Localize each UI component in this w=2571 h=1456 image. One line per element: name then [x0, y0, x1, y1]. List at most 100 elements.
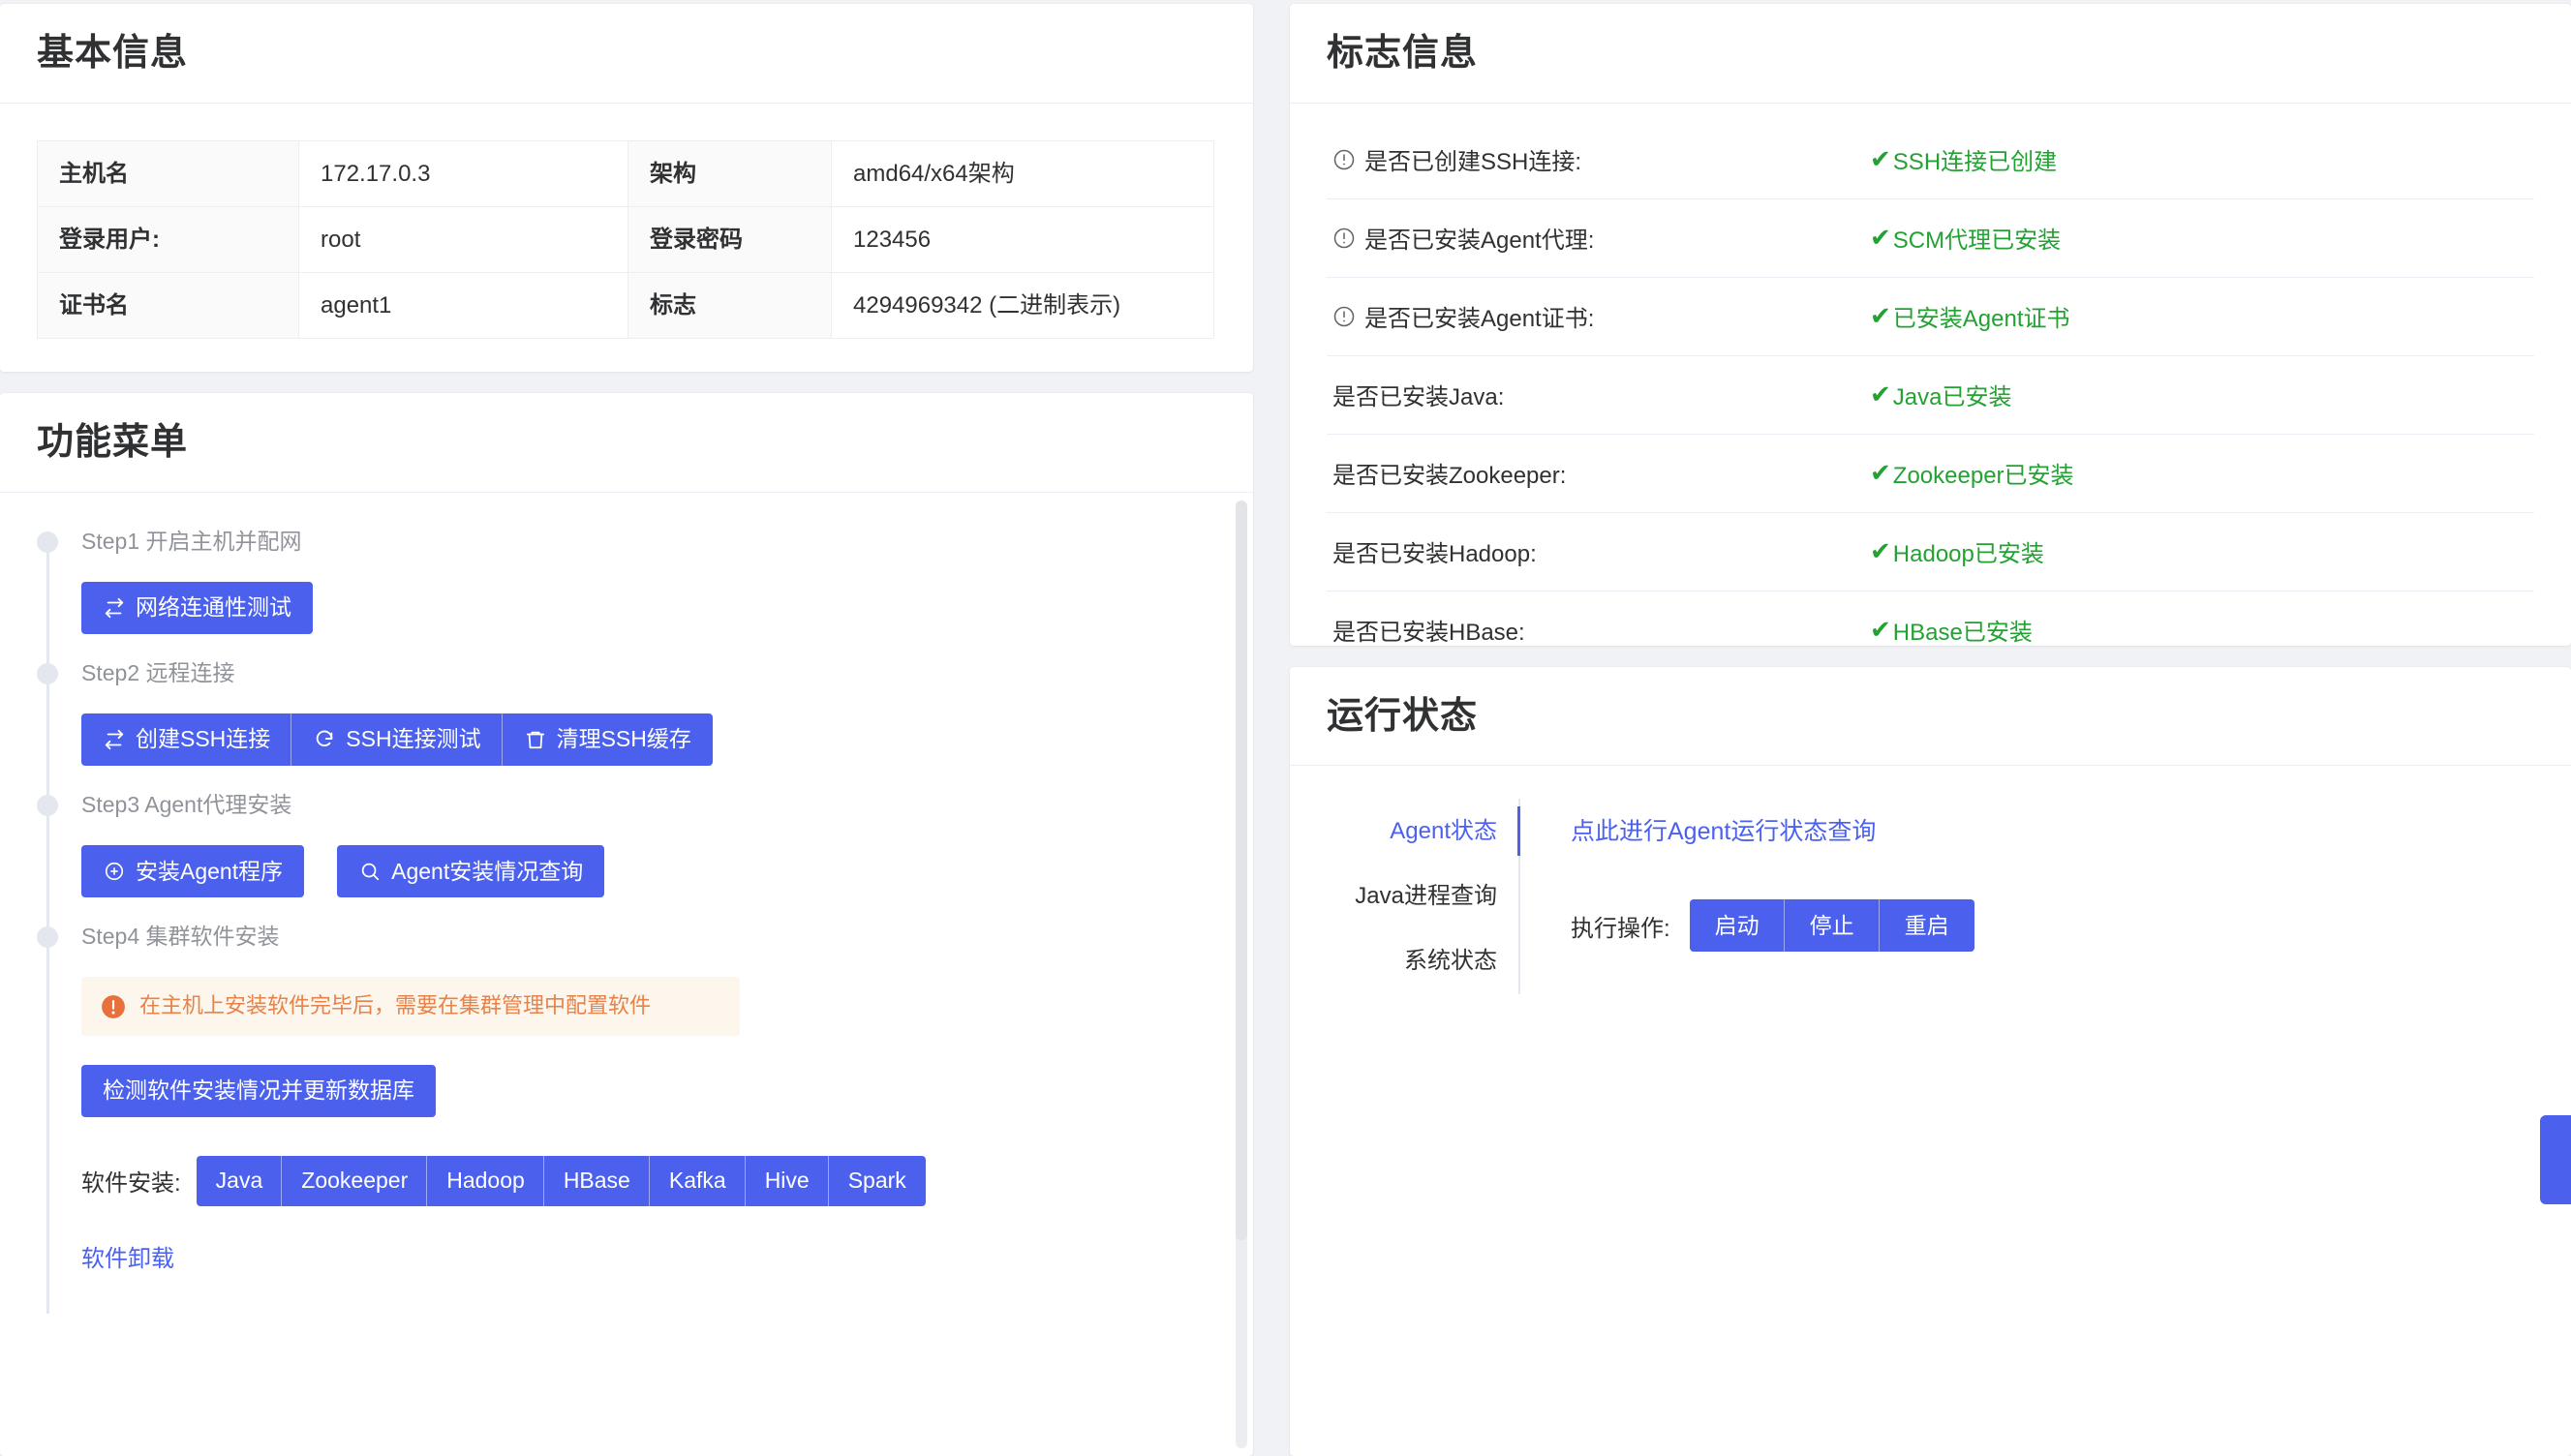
- network-connectivity-test-button[interactable]: 网络连通性测试: [81, 582, 313, 634]
- check-icon: ✔: [1870, 379, 1891, 410]
- step1-label: Step1 开启主机并配网: [81, 526, 1216, 557]
- timeline-step-3: Step3 Agent代理安装 安装Agent程序: [81, 789, 1216, 921]
- flag-row: 是否已安装Agent证书: ✔已安装Agent证书: [1327, 278, 2534, 356]
- button-label: Zookeeper: [301, 1169, 408, 1192]
- flag-value: ✔已安装Agent证书: [1870, 299, 2070, 333]
- edge-side-tab[interactable]: [2540, 1115, 2571, 1204]
- flag-key: 是否已安装Hadoop:: [1332, 534, 1870, 568]
- function-menu-header: 功能菜单: [0, 393, 1253, 493]
- flag-key-text: 是否已安装Agent代理:: [1364, 221, 1594, 255]
- function-menu-scrollbar[interactable]: [1236, 500, 1247, 1448]
- info-circle-icon: [1332, 305, 1356, 328]
- basic-info-header: 基本信息: [0, 4, 1253, 104]
- run-status-card: 运行状态 Agent状态 Java进程查询 系统状态 点此进行Agent运行状态…: [1290, 667, 2571, 1456]
- check-icon: ✔: [1870, 458, 1891, 488]
- operation-label: 执行操作:: [1571, 909, 1670, 943]
- tab-system-status[interactable]: 系统状态: [1400, 928, 1501, 993]
- software-uninstall-link[interactable]: 软件卸载: [81, 1239, 174, 1273]
- flag-value: ✔Zookeeper已安装: [1870, 456, 2074, 490]
- cell-value: amd64/x64架构: [832, 140, 1214, 206]
- flag-row: 是否已创建SSH连接: ✔SSH连接已创建: [1327, 121, 2534, 199]
- software-button-spark[interactable]: Spark: [829, 1156, 926, 1206]
- flag-key-text: 是否已安装Zookeeper:: [1332, 456, 1566, 490]
- timeline-dot-icon: [37, 531, 58, 553]
- flag-value: ✔HBase已安装: [1870, 613, 2033, 646]
- software-button-hive[interactable]: Hive: [746, 1156, 829, 1206]
- page-root: 基本信息 主机名 172.17.0.3 架构 amd64/x64架构 登录用户:…: [0, 0, 2571, 1456]
- left-column: 基本信息 主机名 172.17.0.3 架构 amd64/x64架构 登录用户:…: [0, 0, 1253, 1456]
- alert-text: 在主机上安装软件完毕后，需要在集群管理中配置软件: [139, 992, 651, 1020]
- software-install-label: 软件安装:: [81, 1164, 181, 1198]
- software-button-kafka[interactable]: Kafka: [650, 1156, 746, 1206]
- operation-button-group: 启动 停止 重启: [1690, 899, 1974, 952]
- swap-icon: [103, 728, 126, 751]
- timeline-step-2: Step2 远程连接 创建SSH连接: [81, 657, 1216, 789]
- button-label: Agent安装情况查询: [391, 861, 583, 883]
- timeline-line: [46, 551, 49, 675]
- scrollbar-thumb[interactable]: [1236, 500, 1247, 1240]
- cell-label: 架构: [628, 140, 832, 206]
- create-ssh-connection-button[interactable]: 创建SSH连接: [81, 713, 291, 766]
- check-icon: ✔: [1870, 536, 1891, 566]
- ssh-connection-test-button[interactable]: SSH连接测试: [291, 713, 502, 766]
- flag-value: ✔SSH连接已创建: [1870, 142, 2057, 176]
- cell-value: agent1: [299, 272, 628, 338]
- button-label: 停止: [1810, 915, 1854, 937]
- agent-status-query-link[interactable]: 点此进行Agent运行状态查询: [1571, 812, 1876, 847]
- function-menu-body: Step1 开启主机并配网 网络连通性测试: [0, 493, 1253, 1456]
- software-button-zookeeper[interactable]: Zookeeper: [282, 1156, 427, 1206]
- flag-value-text: Java已安装: [1893, 378, 2012, 411]
- timeline-dot-icon: [37, 663, 58, 684]
- tab-agent-status[interactable]: Agent状态: [1386, 799, 1501, 864]
- button-label: 创建SSH连接: [136, 728, 270, 750]
- info-circle-icon: [1332, 148, 1356, 171]
- run-status-tabs: Agent状态 Java进程查询 系统状态: [1327, 799, 1520, 994]
- cell-value: 123456: [832, 206, 1214, 272]
- start-button[interactable]: 启动: [1690, 899, 1785, 952]
- button-label: 重启: [1905, 915, 1949, 937]
- button-label: Spark: [848, 1169, 906, 1192]
- flag-key: 是否已安装HBase:: [1332, 613, 1870, 646]
- timeline-step-4: Step4 集群软件安装 在主机上安装软件完毕后，需要在集群管理中配置软件 检测…: [81, 921, 1216, 1314]
- button-label: Kafka: [669, 1169, 726, 1192]
- cell-value: 172.17.0.3: [299, 140, 628, 206]
- software-button-hbase[interactable]: HBase: [544, 1156, 650, 1206]
- flag-info-title: 标志信息: [1327, 31, 2534, 77]
- software-button-java[interactable]: Java: [197, 1156, 283, 1206]
- restart-button[interactable]: 重启: [1880, 899, 1974, 952]
- step2-label: Step2 远程连接: [81, 657, 1216, 688]
- flag-value-text: SCM代理已安装: [1893, 221, 2061, 255]
- flag-key: 是否已安装Agent证书:: [1332, 299, 1870, 333]
- install-agent-button[interactable]: 安装Agent程序: [81, 845, 304, 897]
- flag-key-text: 是否已创建SSH连接:: [1364, 142, 1581, 176]
- timeline-line: [46, 814, 49, 938]
- button-label: SSH连接测试: [346, 728, 480, 750]
- timeline-dot-icon: [37, 795, 58, 816]
- timeline-dot-icon: [37, 926, 58, 948]
- table-row: 证书名 agent1 标志 4294969342 (二进制表示): [38, 272, 1214, 338]
- clear-ssh-cache-button[interactable]: 清理SSH缓存: [503, 713, 713, 766]
- flag-key-text: 是否已安装HBase:: [1332, 613, 1525, 646]
- right-column: 标志信息 是否已创建SSH连接: ✔SSH连接已创建 是否已安装Agent代理:…: [1290, 0, 2571, 1456]
- detect-software-update-db-button[interactable]: 检测软件安装情况并更新数据库: [81, 1065, 436, 1117]
- run-status-body: Agent状态 Java进程查询 系统状态 点此进行Agent运行状态查询 执行…: [1290, 766, 2571, 1031]
- agent-install-query-button[interactable]: Agent安装情况查询: [337, 845, 604, 897]
- button-label: Hadoop: [446, 1169, 525, 1192]
- run-status-title: 运行状态: [1327, 694, 2534, 741]
- flag-key-text: 是否已安装Java:: [1332, 378, 1504, 411]
- cell-value: root: [299, 206, 628, 272]
- button-label: 网络连通性测试: [136, 596, 291, 619]
- tab-java-process-query[interactable]: Java进程查询: [1351, 864, 1501, 928]
- software-install-row: 软件安装: Java Zookeeper Hadoop HBase Kafka …: [81, 1156, 1216, 1206]
- button-label: HBase: [564, 1169, 630, 1192]
- software-button-hadoop[interactable]: Hadoop: [427, 1156, 544, 1206]
- basic-info-body: 主机名 172.17.0.3 架构 amd64/x64架构 登录用户: root…: [0, 104, 1253, 373]
- stop-button[interactable]: 停止: [1785, 899, 1880, 952]
- button-label: 检测软件安装情况并更新数据库: [103, 1079, 414, 1102]
- flag-value-text: HBase已安装: [1893, 613, 2033, 646]
- check-icon: ✔: [1870, 615, 1891, 645]
- flag-info-body: 是否已创建SSH连接: ✔SSH连接已创建 是否已安装Agent代理: ✔SCM…: [1290, 104, 2571, 646]
- flag-row: 是否已安装Agent代理: ✔SCM代理已安装: [1327, 199, 2534, 278]
- step4-label: Step4 集群软件安装: [81, 921, 1216, 952]
- cell-label: 标志: [628, 272, 832, 338]
